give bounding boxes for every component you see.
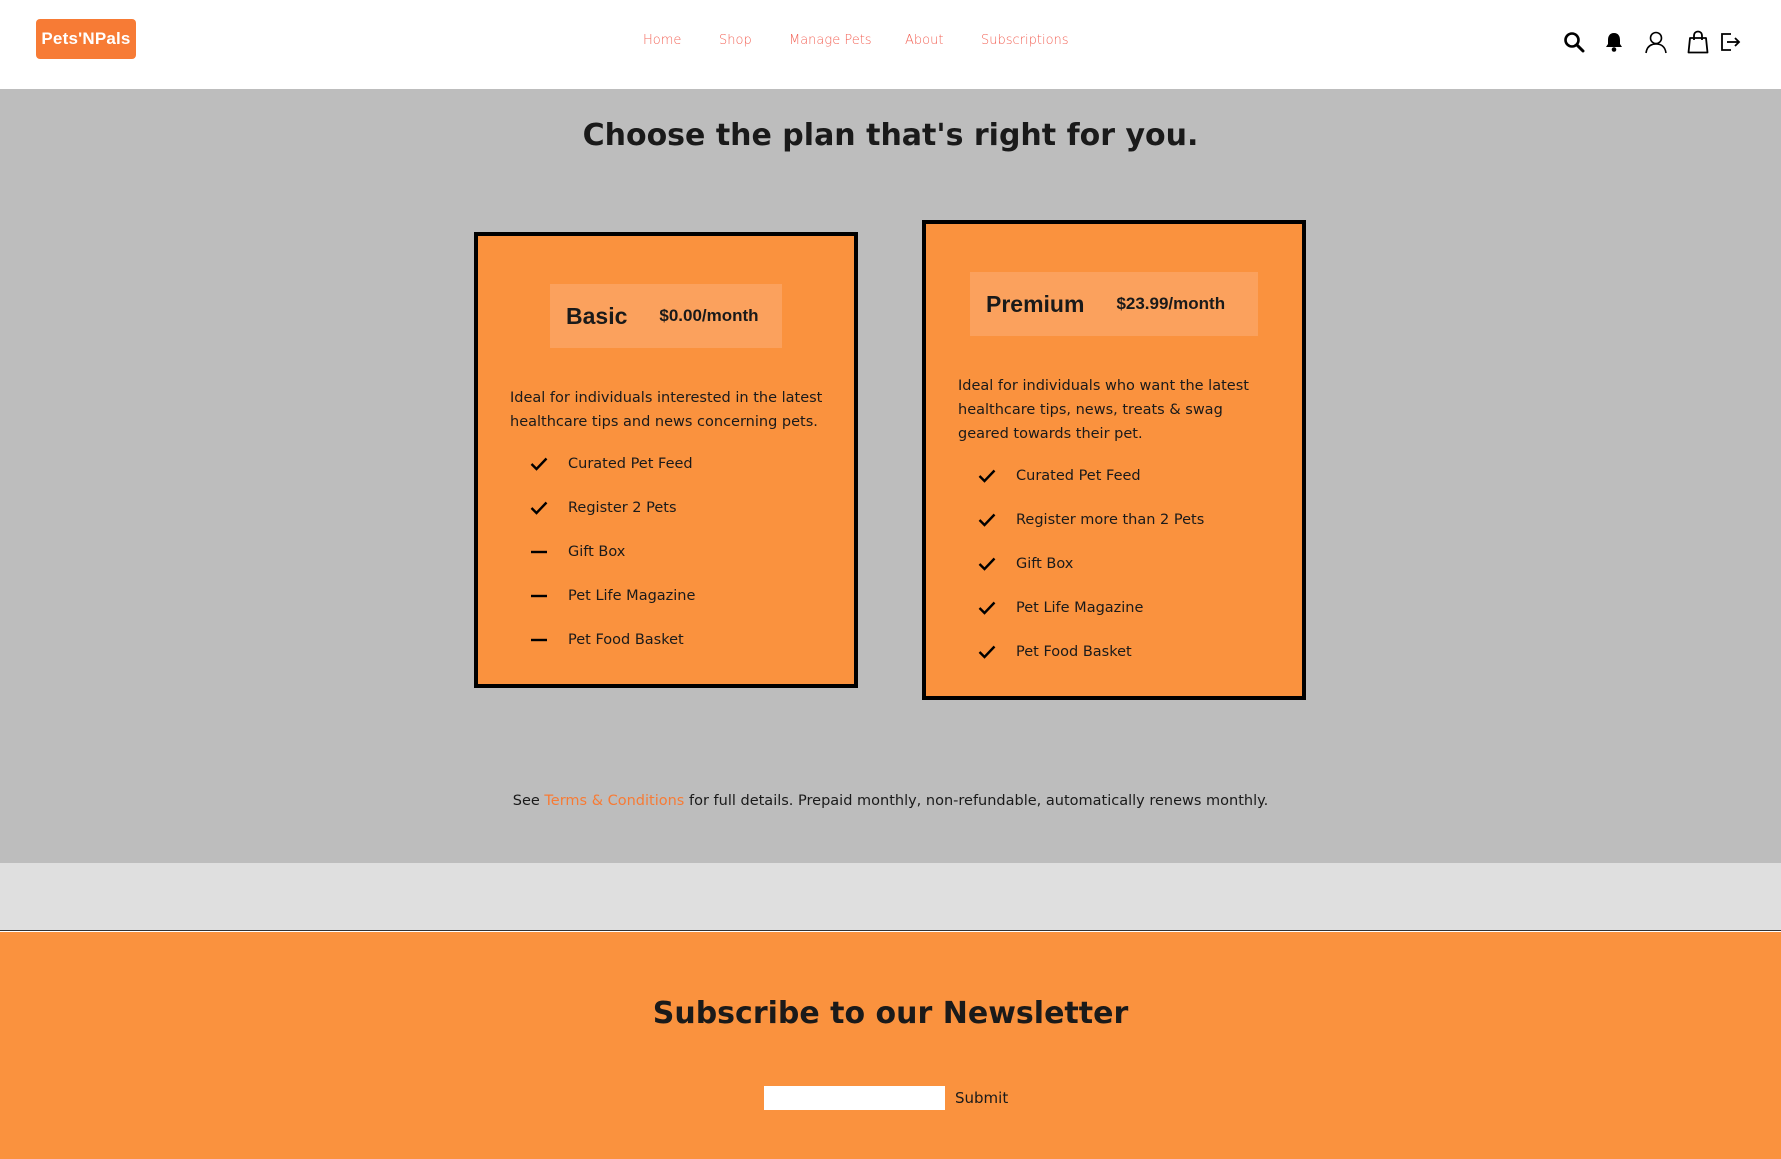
feature-item: Gift Box [530,530,695,574]
check-icon [530,454,568,474]
bell-icon[interactable] [1601,28,1627,56]
check-icon [978,642,1016,662]
search-icon[interactable] [1561,28,1587,56]
terms-suffix: for full details. Prepaid monthly, non-r… [684,793,1269,809]
terms-note: See Terms & Conditions for full details.… [0,793,1781,809]
terms-prefix: See [512,793,545,809]
dash-icon [530,586,568,606]
terms-link[interactable]: Terms & Conditions [544,793,684,809]
plan-name: Premium [986,290,1085,317]
plan-card-basic[interactable]: Basic $0.00/month Ideal for individuals … [474,232,858,688]
dash-icon [530,630,568,650]
submit-button[interactable]: Submit [955,1085,1008,1111]
feature-label: Pet Food Basket [568,632,684,648]
feature-label: Pet Life Magazine [568,588,696,604]
plan-price: $0.00/month [659,306,759,325]
plan-price: $23.99/month [1116,294,1226,313]
feature-label: Gift Box [568,544,626,560]
nav-subscriptions[interactable]: Subscriptions [981,33,1069,48]
plan-card-premium[interactable]: Premium $23.99/month Ideal for individua… [922,220,1306,700]
feature-label: Register 2 Pets [568,500,677,516]
newsletter-footer: Subscribe to our Newsletter Submit [0,932,1781,1159]
feature-list: Curated Pet Feed Register 2 Pets Gift Bo… [530,442,695,662]
feature-list: Curated Pet Feed Register more than 2 Pe… [978,454,1204,674]
nav-home[interactable]: Home [643,33,681,48]
feature-label: Register more than 2 Pets [1016,512,1205,528]
feature-item: Pet Food Basket [530,618,695,662]
feature-item: Pet Food Basket [978,630,1204,674]
plan-header: Basic $0.00/month [550,284,782,348]
check-icon [978,598,1016,618]
feature-label: Curated Pet Feed [568,456,693,472]
feature-item: Register 2 Pets [530,486,695,530]
user-icon[interactable] [1643,28,1669,56]
check-icon [978,466,1016,486]
feature-label: Pet Food Basket [1016,644,1132,660]
page-title: Choose the plan that's right for you. [582,118,1199,153]
nav-about[interactable]: About [905,33,943,48]
feature-item: Curated Pet Feed [530,442,695,486]
feature-label: Curated Pet Feed [1016,468,1141,484]
plan-description: Ideal for individuals who want the lates… [958,378,1249,442]
feature-item: Gift Box [978,542,1204,586]
nav-shop[interactable]: Shop [719,33,752,48]
plan-description: Ideal for individuals interested in the … [510,390,823,430]
check-icon [978,554,1016,574]
site-header: Pets'NPals Home Shop Manage Pets About S… [0,0,1781,89]
check-icon [978,510,1016,530]
logout-icon[interactable] [1717,28,1743,56]
subscriptions-section: Choose the plan that's right for you. Ba… [0,89,1781,863]
main-nav: Home Shop Manage Pets About Subscription… [0,0,1781,84]
nav-manage-pets[interactable]: Manage Pets [789,33,872,48]
check-icon [530,498,568,518]
divider-band [0,863,1781,931]
feature-label: Pet Life Magazine [1016,600,1144,616]
plan-name: Basic [566,302,628,329]
newsletter-email-input[interactable] [764,1086,945,1110]
plan-header: Premium $23.99/month [970,272,1258,336]
feature-label: Gift Box [1016,556,1074,572]
feature-item: Curated Pet Feed [978,454,1204,498]
feature-item: Register more than 2 Pets [978,498,1204,542]
newsletter-title: Subscribe to our Newsletter [652,996,1129,1031]
feature-item: Pet Life Magazine [530,574,695,618]
dash-icon [530,542,568,562]
header-icons [1561,28,1751,56]
shopping-bag-icon[interactable] [1685,28,1711,56]
feature-item: Pet Life Magazine [978,586,1204,630]
